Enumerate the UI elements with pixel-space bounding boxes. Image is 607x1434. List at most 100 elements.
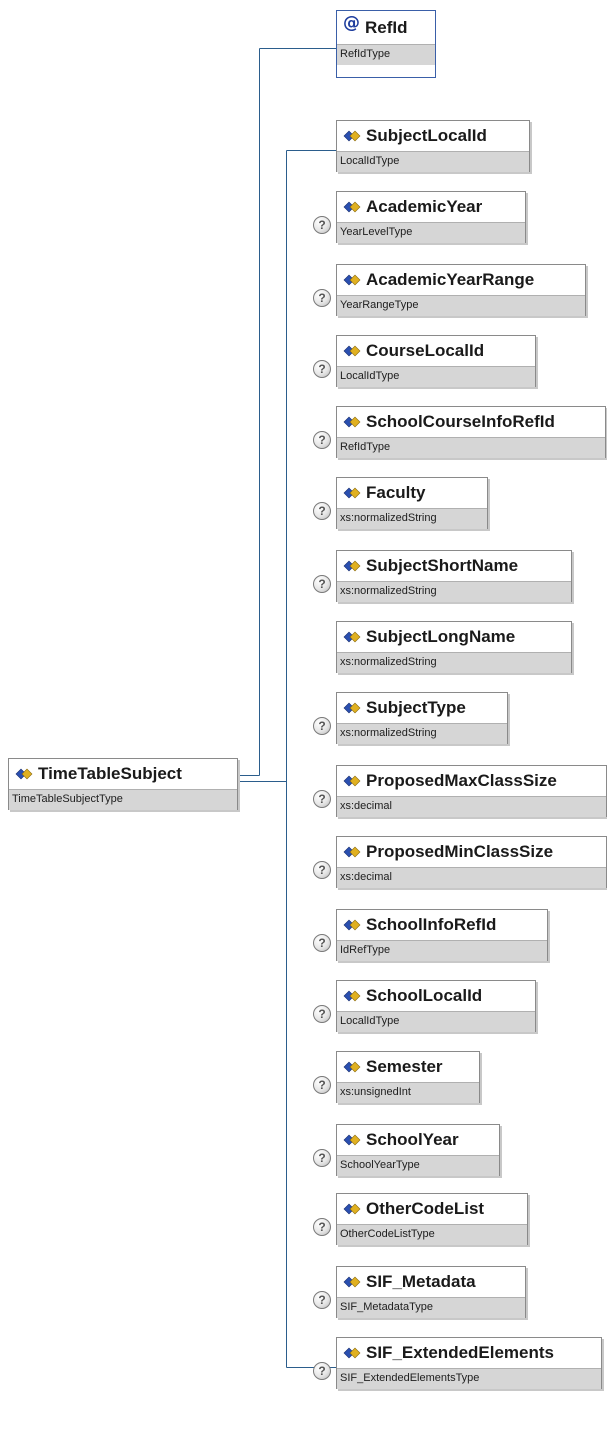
optional-question-icon: ? xyxy=(313,790,331,808)
element-diamond-icon xyxy=(343,775,361,787)
element-type: SIF_MetadataType xyxy=(337,1297,525,1318)
element-type: IdRefType xyxy=(337,940,547,961)
element-box-subjectlongname[interactable]: SubjectLongName xs:normalizedString xyxy=(336,621,572,673)
element-head: Faculty xyxy=(337,478,487,508)
element-name: SubjectLocalId xyxy=(366,126,487,145)
element-diamond-icon xyxy=(343,1134,361,1146)
element-box-schoolcourseinforefid[interactable]: SchoolCourseInfoRefId RefIdType xyxy=(336,406,606,458)
element-type: LocalIdType xyxy=(337,151,529,172)
element-type: YearLevelType xyxy=(337,222,525,243)
schema-diagram: @ RefId RefIdType TimeTableSubject TimeT… xyxy=(0,0,607,1434)
element-box-academicyearrange[interactable]: AcademicYearRange YearRangeType xyxy=(336,264,586,316)
element-diamond-icon xyxy=(343,274,361,286)
optional-question-icon: ? xyxy=(313,289,331,307)
element-head: SubjectType xyxy=(337,693,507,723)
root-type: TimeTableSubjectType xyxy=(9,789,237,810)
element-head: ProposedMaxClassSize xyxy=(337,766,606,796)
element-box-subjectlocalid[interactable]: SubjectLocalId LocalIdType xyxy=(336,120,530,172)
element-type: xs:normalizedString xyxy=(337,508,487,529)
element-diamond-icon xyxy=(15,768,33,780)
attribute-type: RefIdType xyxy=(337,44,435,65)
element-type: LocalIdType xyxy=(337,1011,535,1032)
optional-question-icon: ? xyxy=(313,1005,331,1023)
element-type: RefIdType xyxy=(337,437,605,458)
element-head: Semester xyxy=(337,1052,479,1082)
element-head: SchoolLocalId xyxy=(337,981,535,1011)
element-diamond-icon xyxy=(343,846,361,858)
element-name: SchoolInfoRefId xyxy=(366,915,497,934)
element-type: xs:normalizedString xyxy=(337,652,571,673)
optional-question-icon: ? xyxy=(313,360,331,378)
element-diamond-icon xyxy=(343,416,361,428)
element-head: AcademicYear xyxy=(337,192,525,222)
element-head: CourseLocalId xyxy=(337,336,535,366)
element-name: OtherCodeList xyxy=(366,1199,485,1218)
element-head: OtherCodeList xyxy=(337,1194,527,1224)
element-box-courselocalid[interactable]: CourseLocalId LocalIdType xyxy=(336,335,536,387)
element-head: SchoolCourseInfoRefId xyxy=(337,407,605,437)
element-box-proposedmaxclasssize[interactable]: ProposedMaxClassSize xs:decimal xyxy=(336,765,607,817)
element-diamond-icon xyxy=(343,201,361,213)
element-box-schoolyear[interactable]: SchoolYear SchoolYearType xyxy=(336,1124,500,1176)
element-diamond-icon xyxy=(343,990,361,1002)
element-head: SchoolInfoRefId xyxy=(337,910,547,940)
element-head: SIF_ExtendedElements xyxy=(337,1338,601,1368)
element-box-schoollocalid[interactable]: SchoolLocalId LocalIdType xyxy=(336,980,536,1032)
element-diamond-icon xyxy=(343,1276,361,1288)
optional-question-icon: ? xyxy=(313,1076,331,1094)
element-box-subjecttype[interactable]: SubjectType xs:normalizedString xyxy=(336,692,508,744)
element-box-sif-extendedelements[interactable]: SIF_ExtendedElements SIF_ExtendedElements… xyxy=(336,1337,602,1389)
element-head: SIF_Metadata xyxy=(337,1267,525,1297)
element-box-faculty[interactable]: Faculty xs:normalizedString xyxy=(336,477,488,529)
element-diamond-icon xyxy=(343,487,361,499)
element-box-proposedminclasssize[interactable]: ProposedMinClassSize xs:decimal xyxy=(336,836,607,888)
attribute-name: RefId xyxy=(365,17,408,37)
element-name: Semester xyxy=(366,1057,443,1076)
element-type: SchoolYearType xyxy=(337,1155,499,1176)
element-head: SubjectLocalId xyxy=(337,121,529,151)
element-name: SIF_Metadata xyxy=(366,1272,476,1291)
root-name: TimeTableSubject xyxy=(38,764,182,783)
element-type: xs:normalizedString xyxy=(337,723,507,744)
element-box-schoolinforefid[interactable]: SchoolInfoRefId IdRefType xyxy=(336,909,548,961)
element-box-subjectshortname[interactable]: SubjectShortName xs:normalizedString xyxy=(336,550,572,602)
optional-question-icon: ? xyxy=(313,1362,331,1380)
optional-question-icon: ? xyxy=(313,575,331,593)
element-name: SchoolCourseInfoRefId xyxy=(366,412,555,431)
element-type: xs:unsignedInt xyxy=(337,1082,479,1103)
element-type: xs:normalizedString xyxy=(337,581,571,602)
element-diamond-icon xyxy=(343,1203,361,1215)
optional-question-icon: ? xyxy=(313,1149,331,1167)
attribute-head: @ RefId xyxy=(337,11,435,44)
optional-question-icon: ? xyxy=(313,861,331,879)
element-head: SubjectLongName xyxy=(337,622,571,652)
element-box-academicyear[interactable]: AcademicYear YearLevelType xyxy=(336,191,526,243)
element-name: AcademicYear xyxy=(366,197,483,216)
element-box-othercodelist[interactable]: OtherCodeList OtherCodeListType xyxy=(336,1193,528,1245)
element-name: ProposedMaxClassSize xyxy=(366,771,557,790)
element-box-semester[interactable]: Semester xs:unsignedInt xyxy=(336,1051,480,1103)
element-name: SubjectType xyxy=(366,698,466,717)
element-name: CourseLocalId xyxy=(366,341,485,360)
element-name: AcademicYearRange xyxy=(366,270,535,289)
attribute-refid-box[interactable]: @ RefId RefIdType xyxy=(336,10,436,78)
element-type: OtherCodeListType xyxy=(337,1224,527,1245)
element-diamond-icon xyxy=(343,1347,361,1359)
element-head: SchoolYear xyxy=(337,1125,499,1155)
optional-question-icon: ? xyxy=(313,1291,331,1309)
element-name: Faculty xyxy=(366,483,426,502)
element-type: xs:decimal xyxy=(337,867,606,888)
root-element-box[interactable]: TimeTableSubject TimeTableSubjectType xyxy=(8,758,238,810)
element-name: SchoolLocalId xyxy=(366,986,483,1005)
element-diamond-icon xyxy=(343,631,361,643)
at-sign-icon: @ xyxy=(343,12,360,33)
root-head: TimeTableSubject xyxy=(9,759,237,789)
element-name: SubjectShortName xyxy=(366,556,519,575)
element-diamond-icon xyxy=(343,919,361,931)
element-type: LocalIdType xyxy=(337,366,535,387)
element-box-sif-metadata[interactable]: SIF_Metadata SIF_MetadataType xyxy=(336,1266,526,1318)
optional-question-icon: ? xyxy=(313,717,331,735)
element-name: SIF_ExtendedElements xyxy=(366,1343,555,1362)
optional-question-icon: ? xyxy=(313,216,331,234)
element-head: SubjectShortName xyxy=(337,551,571,581)
